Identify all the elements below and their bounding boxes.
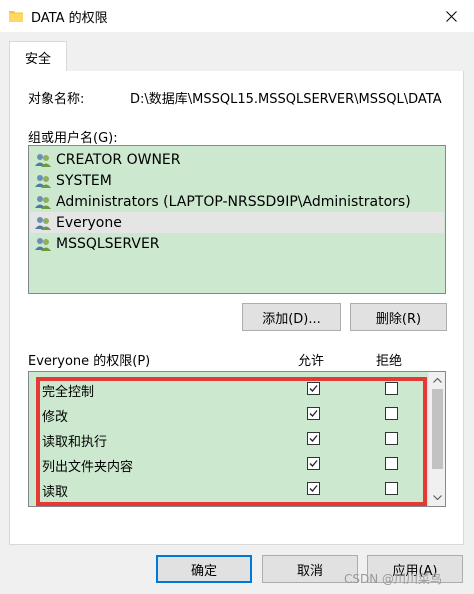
object-name-value: D:\数据库\MSSQL15.MSSQLSERVER\MSSQL\DATA: [130, 92, 442, 107]
user-item-system[interactable]: SYSTEM: [30, 170, 444, 191]
object-name-label: 对象名称:: [28, 92, 85, 107]
deny-checkbox[interactable]: [385, 407, 398, 420]
users-group-icon: [35, 153, 51, 167]
tab-security[interactable]: 安全: [9, 41, 67, 72]
close-icon: [445, 10, 457, 22]
users-group-icon: [35, 216, 51, 230]
permission-name: 读取和执行: [42, 435, 108, 450]
user-item-everyone[interactable]: Everyone: [30, 212, 444, 233]
permission-name: 完全控制: [42, 385, 95, 400]
permission-name: 读取: [42, 485, 69, 500]
scroll-down-button[interactable]: [429, 489, 445, 506]
allow-column-header: 允许: [298, 354, 325, 369]
deny-checkbox[interactable]: [385, 432, 398, 445]
scroll-up-button[interactable]: [429, 372, 445, 389]
checkmark-icon: [309, 460, 318, 467]
user-item-mssqlserver[interactable]: MSSQLSERVER: [30, 233, 444, 254]
ok-button[interactable]: 确定: [156, 555, 252, 583]
users-group-icon: [35, 237, 51, 251]
deny-column-header: 拒绝: [376, 354, 403, 369]
checkmark-icon: [309, 410, 318, 417]
add-button[interactable]: 添加(D)...: [242, 303, 341, 331]
user-item-label: MSSQLSERVER: [56, 235, 160, 252]
user-item-label: CREATOR OWNER: [56, 151, 181, 168]
checkmark-icon: [309, 485, 318, 492]
remove-button[interactable]: 删除(R): [350, 303, 447, 331]
permission-row-list-folder: 列出文件夹内容: [30, 452, 428, 477]
folder-icon: [9, 11, 23, 22]
permission-name: 修改: [42, 410, 69, 425]
allow-checkbox[interactable]: [307, 482, 320, 495]
users-group-icon: [35, 174, 51, 188]
user-item-label: Administrators (LAPTOP-NRSSD9IP\Administ…: [56, 193, 411, 210]
allow-checkbox[interactable]: [307, 457, 320, 470]
allow-checkbox[interactable]: [307, 432, 320, 445]
watermark: CSDN @川川菜鸟: [344, 572, 443, 586]
scroll-thumb[interactable]: [432, 389, 443, 469]
user-list[interactable]: CREATOR OWNER SYSTEM Administrators (LAP…: [28, 145, 446, 294]
permissions-dialog: DATA 的权限 安全 对象名称: D:\数据库\MSSQL15.MSSQLSE…: [0, 0, 474, 594]
window-title: DATA 的权限: [31, 11, 108, 26]
deny-checkbox[interactable]: [385, 482, 398, 495]
close-button[interactable]: [428, 0, 474, 32]
permission-row-modify: 修改: [30, 402, 428, 427]
permission-row-read: 读取: [30, 477, 428, 502]
users-group-icon: [35, 195, 51, 209]
permission-name: 列出文件夹内容: [42, 460, 134, 475]
permission-list: 完全控制 修改 读取和执行 列出文件夹内容 读取: [28, 371, 446, 507]
checkmark-icon: [309, 385, 318, 392]
deny-checkbox[interactable]: [385, 382, 398, 395]
permission-row-full-control: 完全控制: [30, 377, 428, 402]
allow-checkbox[interactable]: [307, 382, 320, 395]
title-bar: DATA 的权限: [0, 0, 474, 32]
allow-checkbox[interactable]: [307, 407, 320, 420]
user-item-administrators[interactable]: Administrators (LAPTOP-NRSSD9IP\Administ…: [30, 191, 444, 212]
permissions-title: Everyone 的权限(P): [28, 354, 151, 369]
permission-scrollbar[interactable]: [428, 372, 445, 506]
user-item-label: Everyone: [56, 214, 122, 231]
permission-row-read-execute: 读取和执行: [30, 427, 428, 452]
chevron-up-icon: [433, 378, 442, 383]
deny-checkbox[interactable]: [385, 457, 398, 470]
chevron-down-icon: [433, 495, 442, 500]
checkmark-icon: [309, 435, 318, 442]
user-item-creator-owner[interactable]: CREATOR OWNER: [30, 149, 444, 170]
group-users-label: 组或用户名(G):: [28, 131, 118, 146]
user-item-label: SYSTEM: [56, 172, 112, 189]
